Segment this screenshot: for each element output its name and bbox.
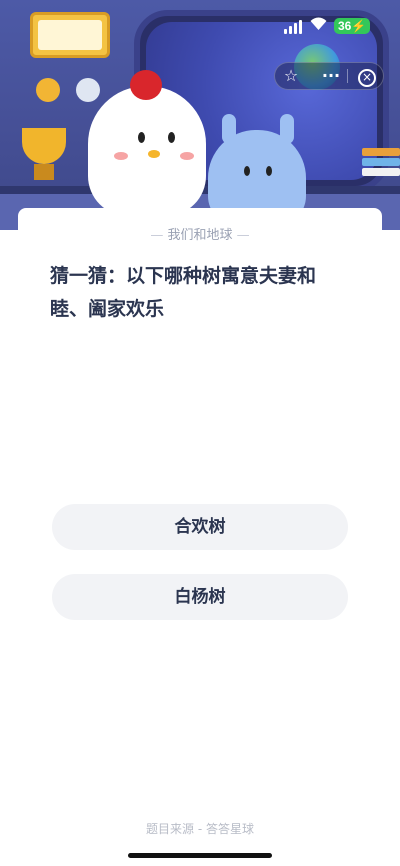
battery-indicator: 36⚡ bbox=[334, 18, 371, 34]
category-tag: — 我们和地球 — bbox=[150, 228, 250, 243]
source-caption: 题目来源 - 答答星球 bbox=[146, 822, 254, 836]
home-indicator bbox=[128, 853, 272, 858]
wifi-icon bbox=[310, 17, 327, 33]
trophy-icon bbox=[22, 128, 66, 164]
quiz-card: — 我们和地球 — 猜一猜：以下哪种树寓意夫妻和睦、阖家欢乐 合欢树 白杨树 题… bbox=[18, 208, 382, 848]
more-icon[interactable]: ··· bbox=[317, 63, 345, 89]
status-bar: 36⚡ bbox=[0, 0, 400, 44]
mini-program-capsule: ☆ ··· × bbox=[274, 62, 384, 90]
silver-medal-icon bbox=[76, 78, 100, 102]
charging-icon: ⚡ bbox=[351, 19, 367, 33]
chicken-mascot bbox=[88, 70, 206, 216]
books-illustration bbox=[362, 148, 400, 184]
option-button[interactable]: 白杨树 bbox=[52, 574, 348, 620]
question-text: 猜一猜：以下哪种树寓意夫妻和睦、阖家欢乐 bbox=[50, 265, 317, 320]
gold-medal-icon bbox=[36, 78, 60, 102]
category-label: 我们和地球 bbox=[167, 228, 233, 243]
option-button[interactable]: 合欢树 bbox=[52, 504, 348, 550]
close-icon[interactable]: × bbox=[353, 63, 381, 89]
battery-level: 36 bbox=[338, 19, 352, 33]
signal-icon bbox=[284, 20, 302, 34]
star-icon[interactable]: ☆ bbox=[277, 63, 305, 89]
